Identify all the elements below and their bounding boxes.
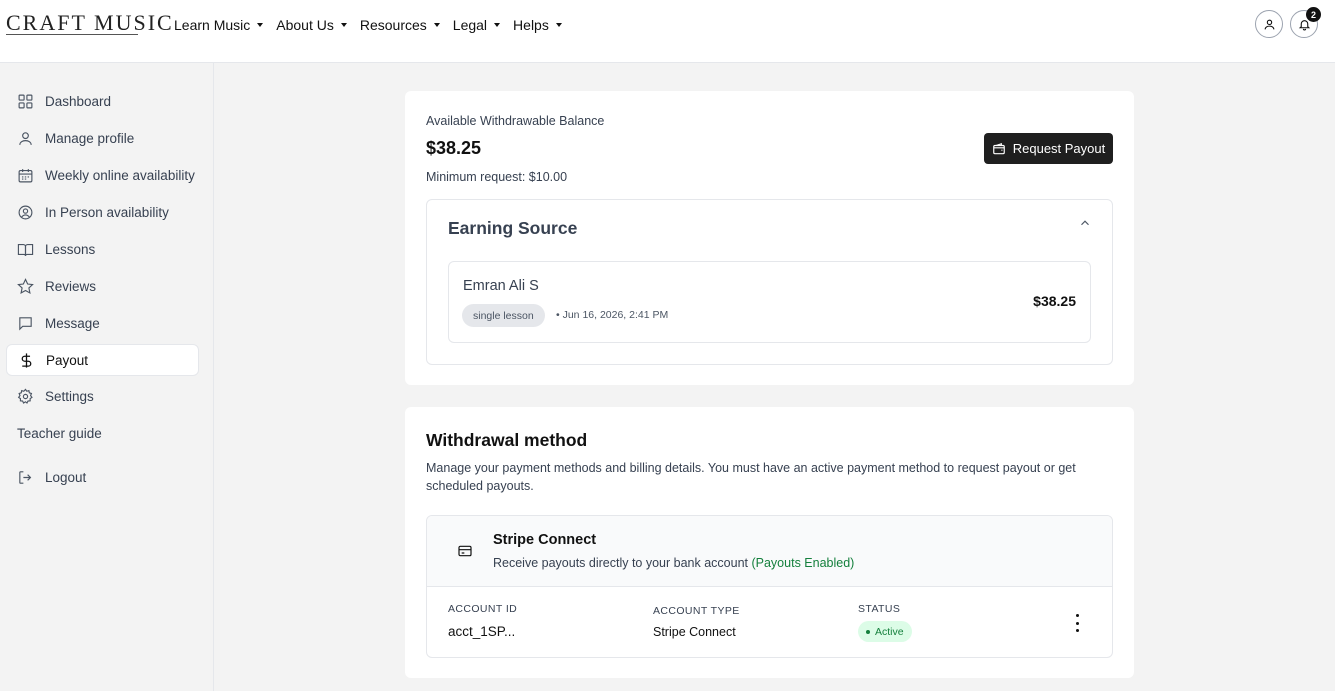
earning-amount: $38.25 [1033,293,1076,309]
sidebar-item-weekly-online-availability[interactable]: Weekly online availability [6,159,199,191]
sidebar-item-message[interactable]: Message [6,307,199,339]
account-id-header: ACCOUNT ID [448,603,518,615]
user-location-icon [17,204,34,221]
minimum-request: Minimum request: $10.00 [426,170,568,184]
sidebar-item-teacher-guide[interactable]: Teacher guide [6,417,199,449]
caret-down-icon [494,23,501,27]
nav-resources[interactable]: Resources [360,17,440,33]
withdrawal-title: Withdrawal method [426,430,588,450]
message-icon [17,315,34,332]
notification-badge: 2 [1306,7,1321,22]
logo-underline [6,34,138,35]
withdrawal-description: Manage your payment methods and billing … [426,461,1076,493]
logout-icon [17,469,34,486]
main-nav: Learn Music About Us Resources Legal Hel… [174,17,575,33]
nav-label: Learn Music [174,17,251,33]
stripe-connect-method: Stripe Connect Receive payouts directly … [426,515,1113,658]
request-payout-label: Request Payout [1012,141,1106,156]
logo-text: CRAFT MUSIC [6,10,174,35]
status-header: STATUS [858,603,901,615]
method-subtitle: Receive payouts directly to your bank ac… [493,556,854,570]
sidebar-item-label: Manage profile [45,130,135,146]
caret-down-icon [257,23,264,27]
nav-about-us[interactable]: About Us [276,17,347,33]
sidebar-item-label: Teacher guide [17,425,102,441]
sidebar-item-label: Logout [45,469,87,485]
notifications-button[interactable]: 2 [1290,7,1321,38]
account-id-value: acct_1SP... [448,624,516,639]
earning-source-panel: Earning Source Emran Ali S single lesson… [426,199,1113,365]
sidebar-item-settings[interactable]: Settings [6,380,199,412]
method-header: Stripe Connect Receive payouts directly … [427,516,1112,587]
withdrawal-method-card: Withdrawal method Manage your payment me… [405,407,1134,678]
dollar-icon [18,352,35,369]
sidebar-item-reviews[interactable]: Reviews [6,270,199,302]
calendar-icon [17,167,34,184]
craft-music-logo[interactable]: CRAFT MUSIC [6,10,172,44]
sidebar-item-label: Settings [45,388,94,404]
status-badge: Active [858,621,912,642]
nav-helps[interactable]: Helps [513,17,562,33]
sidebar-item-dashboard[interactable]: Dashboard [6,85,199,117]
profile-button[interactable] [1255,10,1283,38]
sidebar-item-label: Message [45,315,100,331]
account-type-value: Stripe Connect [653,625,736,639]
credit-card-icon [458,545,472,557]
sidebar-item-logout[interactable]: Logout [6,461,199,493]
gear-icon [17,388,34,405]
balance-label: Available Withdrawable Balance [426,114,605,128]
sidebar-item-label: Weekly online availability [45,167,195,183]
nav-legal[interactable]: Legal [452,17,501,33]
caret-down-icon [555,23,562,27]
sidebar-item-label: Payout [46,352,89,368]
caret-down-icon [433,23,440,27]
payouts-enabled-text: (Payouts Enabled) [751,556,855,570]
earning-entry: Emran Ali S single lesson • Jun 16, 2026… [448,261,1091,343]
method-name: Stripe Connect [493,532,597,548]
user-icon [1264,19,1274,29]
nav-label: Helps [513,17,549,33]
dashboard-icon [17,93,34,110]
sidebar-item-lessons[interactable]: Lessons [6,233,199,265]
sidebar-item-label: Dashboard [45,93,112,109]
balance-card: Available Withdrawable Balance $38.25 Mi… [405,91,1134,385]
nav-label: Legal [452,17,488,33]
sidebar-item-label: Reviews [45,278,97,294]
sidebar-item-label: Lessons [45,241,96,257]
status-text: Active [875,625,904,638]
chevron-up-icon[interactable] [1078,216,1092,230]
star-icon [17,277,34,295]
sidebar-item-manage-profile[interactable]: Manage profile [6,122,199,154]
method-subtitle-text: Receive payouts directly to your bank ac… [493,556,748,570]
balance-amount: $38.25 [426,138,482,158]
earning-source-title: Earning Source [448,218,578,238]
user-icon [17,130,34,147]
account-type-header: ACCOUNT TYPE [653,605,740,617]
request-payout-button[interactable]: Request Payout [984,133,1113,164]
earning-date: • Jun 16, 2026, 2:41 PM [556,309,669,321]
lesson-type-chip: single lesson [462,304,545,327]
student-name: Emran Ali S [463,278,539,294]
top-navbar: CRAFT MUSIC Learn Music About Us Resourc… [0,0,1335,63]
wallet-icon [992,142,1005,154]
sidebar-item-payout[interactable]: Payout [6,344,199,376]
book-icon [17,241,34,258]
sidebar: Dashboard Manage profile Weekly online a… [0,63,214,691]
caret-down-icon [340,23,347,27]
sidebar-item-in-person-availability[interactable]: In Person availability [6,196,199,228]
nav-label: About Us [276,17,334,33]
nav-label: Resources [359,17,427,33]
sidebar-item-label: In Person availability [45,204,169,220]
more-options-icon[interactable] [1067,614,1087,632]
nav-learn-music[interactable]: Learn Music [174,17,264,33]
status-dot [866,629,870,634]
